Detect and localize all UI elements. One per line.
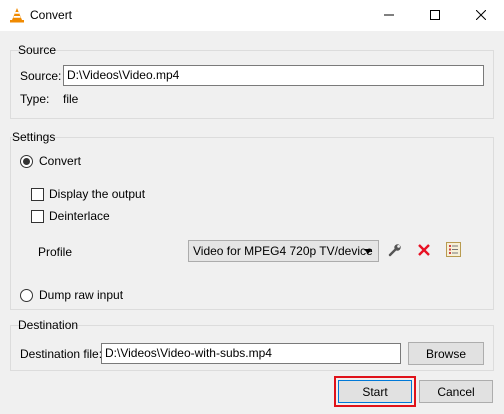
edit-profile-button[interactable] (384, 240, 406, 262)
maximize-icon (430, 9, 440, 23)
destination-group-label: Destination (18, 318, 79, 332)
display-output-label: Display the output (49, 187, 146, 201)
start-button[interactable]: Start (338, 380, 412, 403)
browse-button[interactable]: Browse (408, 342, 484, 365)
close-icon (475, 9, 487, 23)
chevron-down-icon (364, 249, 372, 254)
convert-label: Convert (39, 154, 82, 168)
radio-selected-dot (23, 157, 30, 165)
cancel-button[interactable]: Cancel (419, 380, 493, 403)
source-group-label: Source (18, 43, 57, 57)
profile-label: Profile (38, 245, 73, 259)
new-profile-button[interactable] (442, 240, 464, 262)
convert-radio[interactable] (20, 154, 33, 168)
settings-group-label: Settings (12, 130, 56, 144)
type-value: file (63, 92, 79, 106)
title-bar: Convert (0, 0, 504, 31)
settings-group (10, 137, 494, 310)
window-title: Convert (30, 8, 73, 22)
new-profile-icon (445, 242, 461, 260)
deinterlace-option[interactable]: Deinterlace (31, 209, 110, 223)
close-button[interactable] (458, 0, 504, 31)
minimize-button[interactable] (366, 0, 412, 31)
destination-file-input[interactable]: D:\Videos\Video-with-subs.mp4 (101, 343, 401, 364)
destination-file-label: Destination file: (20, 347, 103, 361)
convert-option[interactable]: Convert (20, 154, 81, 168)
dump-raw-option[interactable]: Dump raw input (20, 288, 123, 302)
dump-raw-label: Dump raw input (39, 288, 124, 302)
wrench-icon (388, 243, 402, 260)
type-label: Type: (20, 92, 50, 106)
dump-raw-radio[interactable] (20, 288, 33, 302)
deinterlace-label: Deinterlace (49, 209, 110, 223)
minimize-icon (384, 9, 394, 23)
delete-x-icon (418, 243, 430, 259)
source-input[interactable]: D:\Videos\Video.mp4 (63, 65, 484, 86)
delete-profile-button[interactable] (413, 240, 435, 262)
display-output-option[interactable]: Display the output (31, 187, 145, 201)
vlc-cone-icon (9, 7, 25, 23)
profile-select-value: Video for MPEG4 720p TV/device (193, 244, 373, 258)
profile-select[interactable]: Video for MPEG4 720p TV/device (188, 240, 379, 262)
source-label: Source: (20, 69, 62, 83)
display-output-checkbox[interactable] (31, 187, 44, 201)
maximize-button[interactable] (412, 0, 458, 31)
deinterlace-checkbox[interactable] (31, 209, 44, 223)
